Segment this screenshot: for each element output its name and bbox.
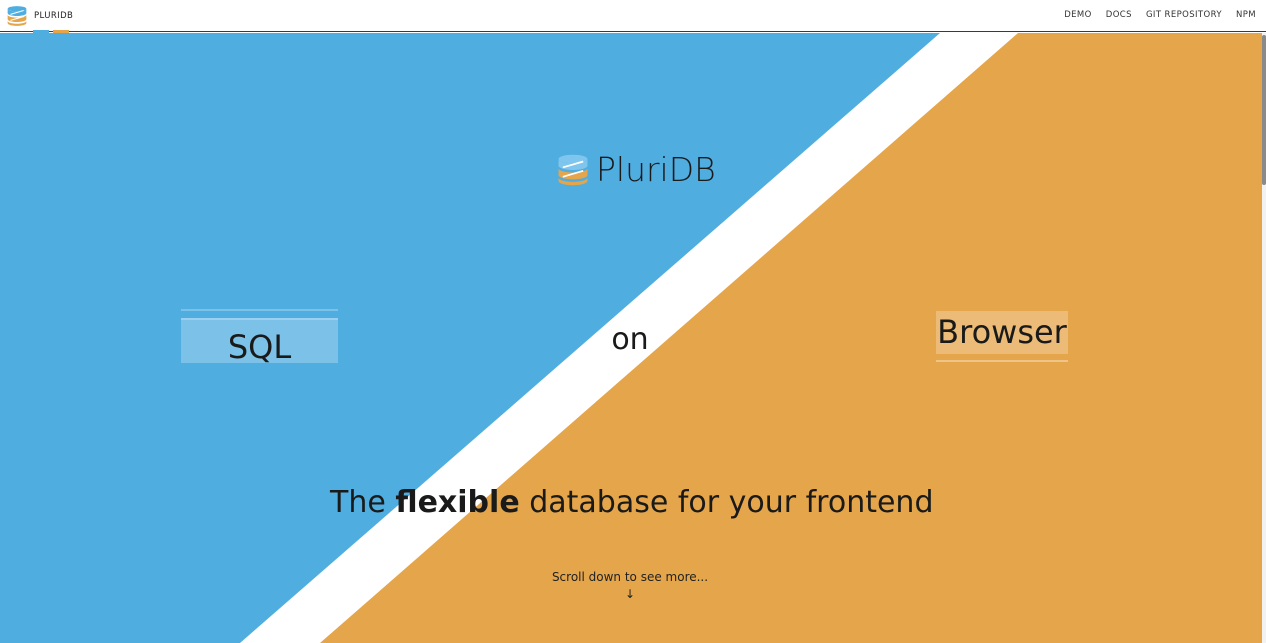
tagline-emphasis: flexible (395, 485, 520, 520)
nav-git-repository-link[interactable]: GIT REPOSITORY (1146, 10, 1222, 20)
scroll-hint: Scroll down to see more... (551, 570, 709, 584)
nav-demo-link[interactable]: DEMO (1064, 10, 1092, 20)
brand-underline-orange (53, 30, 69, 33)
browser-box-bottom-line (936, 360, 1068, 362)
hero-section: PluriDB SQL on Browser The flexible data… (0, 33, 1262, 643)
main-nav: DEMO DOCS GIT REPOSITORY NPM (1064, 0, 1256, 30)
on-label: on (611, 322, 649, 357)
database-stack-icon (7, 6, 27, 26)
top-nav-bar: PLURIDB DEMO DOCS GIT REPOSITORY NPM (0, 0, 1266, 33)
tagline-start: The (330, 485, 396, 520)
browser-label: Browser (937, 313, 1067, 351)
tagline-end: database for your frontend (519, 485, 934, 520)
hero-tagline: The flexible database for your frontend (330, 483, 934, 523)
nav-docs-link[interactable]: DOCS (1106, 10, 1132, 20)
brand-name: PLURIDB (34, 11, 74, 21)
hero-product-name: PluriDB (596, 150, 716, 189)
brand-underline-blue (33, 30, 49, 33)
hero-title: PluriDB (556, 150, 716, 190)
brand-link[interactable]: PLURIDB (6, 4, 73, 28)
scrollbar-thumb[interactable] (1262, 35, 1266, 185)
sql-label: SQL (227, 328, 292, 366)
page-scrollbar[interactable] (1262, 33, 1266, 643)
database-stack-icon (558, 154, 588, 186)
nav-npm-link[interactable]: NPM (1236, 10, 1256, 20)
arrow-down-icon: ↓ (624, 587, 636, 601)
sql-box-top-line (181, 309, 338, 311)
